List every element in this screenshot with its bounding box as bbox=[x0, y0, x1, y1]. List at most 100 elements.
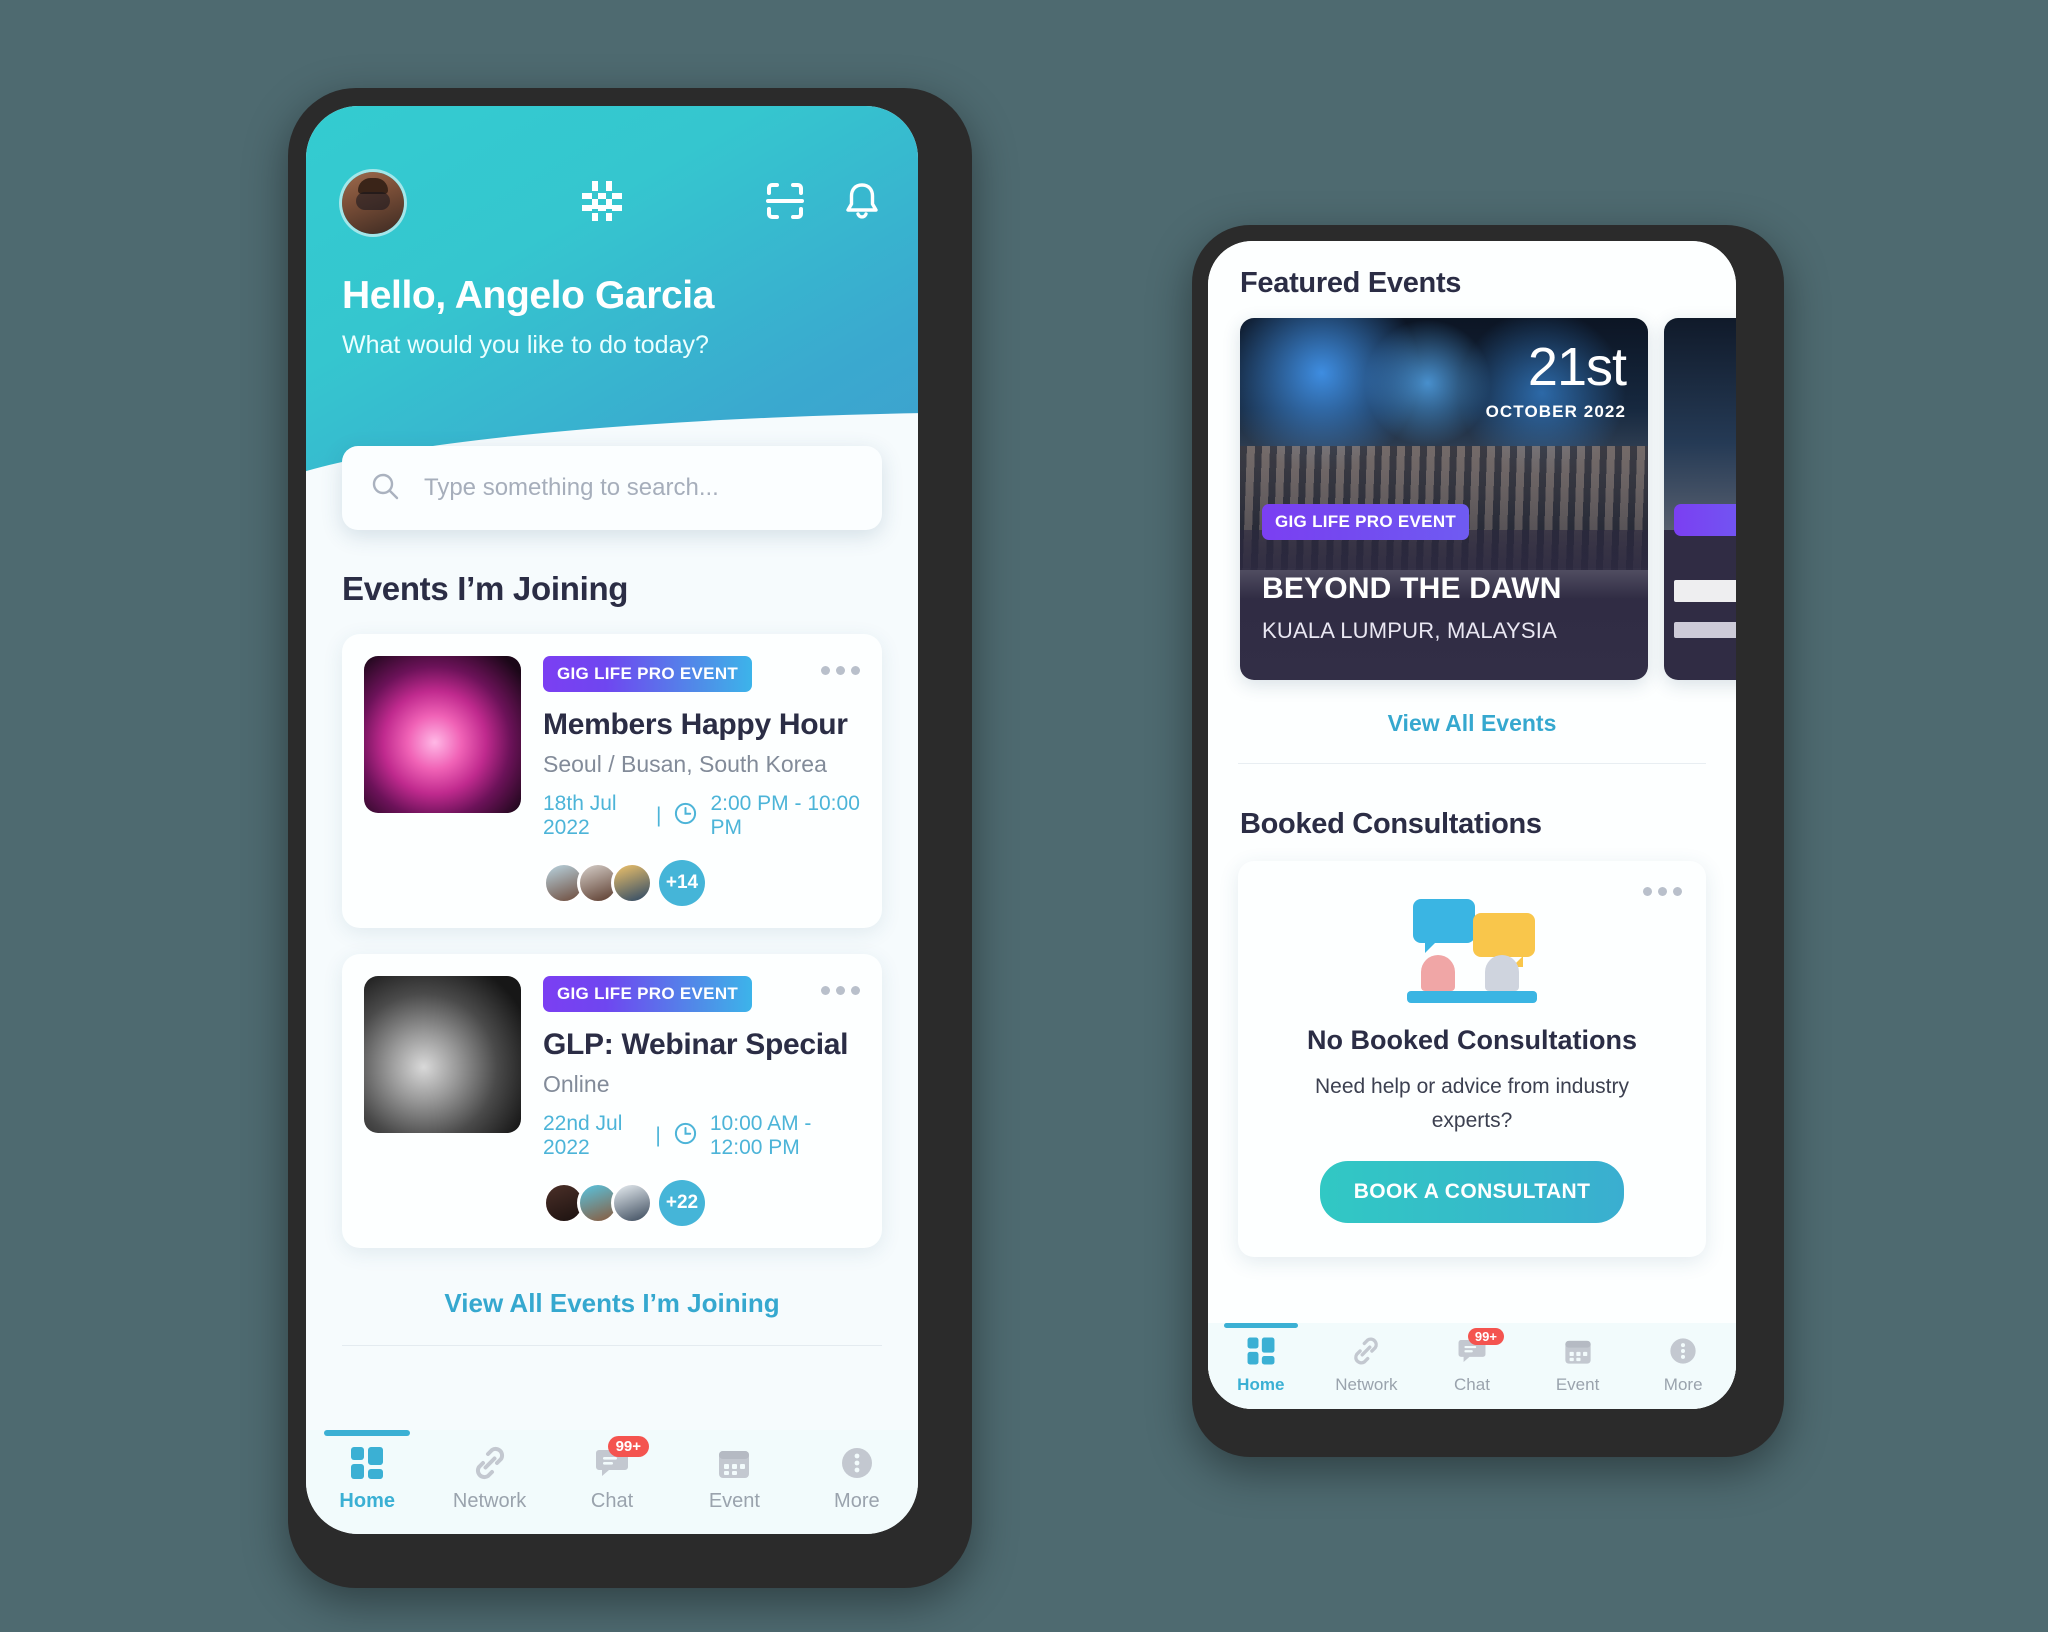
page-title: Hello, Angelo Garcia bbox=[342, 274, 714, 317]
speech-bubble-yellow-icon bbox=[1473, 913, 1535, 957]
booked-consultations-title: Booked Consultations bbox=[1240, 808, 1542, 840]
nav-label-network: Network bbox=[452, 1490, 527, 1512]
nav-label-more: More bbox=[834, 1490, 880, 1512]
chat-consultation-illustration bbox=[1407, 899, 1537, 1009]
screenshot-canvas: Hello, Angelo Garcia What would you like… bbox=[0, 0, 2048, 1632]
nav-item-more[interactable]: More bbox=[796, 1444, 918, 1513]
nav-item-chat[interactable]: 99+ Chat bbox=[1419, 1328, 1525, 1395]
chat-unread-badge: 99+ bbox=[1467, 1328, 1504, 1345]
hero-action-icons bbox=[764, 180, 882, 227]
nav-label-chat: Chat bbox=[1454, 1375, 1490, 1394]
attendee-avatar bbox=[611, 862, 653, 904]
grid-icon bbox=[1245, 1335, 1277, 1367]
person-left-icon bbox=[1421, 955, 1455, 991]
view-all-events-link[interactable]: View All Events bbox=[1208, 680, 1736, 763]
hero-top-bar bbox=[306, 106, 918, 234]
empty-state-description: Need help or advice from industry expert… bbox=[1315, 1075, 1629, 1132]
search-bar[interactable] bbox=[342, 446, 882, 530]
app-screen-home: Hello, Angelo Garcia What would you like… bbox=[306, 106, 918, 1534]
nav-label-home: Home bbox=[1237, 1375, 1285, 1394]
event-more-options-icon[interactable] bbox=[821, 976, 860, 995]
speech-bubble-blue-icon bbox=[1413, 899, 1475, 953]
featured-event-tag-badge: GIG LIFE PRO EVENT bbox=[1262, 504, 1470, 540]
attendee-count-badge[interactable]: +22 bbox=[659, 1180, 705, 1226]
event-datetime: 18th Jul 2022 | 2:00 PM - 10:00 PM bbox=[543, 792, 860, 840]
event-time: 10:00 AM - 12:00 PM bbox=[709, 1112, 812, 1159]
nav-item-network[interactable]: Network bbox=[1314, 1335, 1420, 1395]
featured-card-overlay bbox=[1664, 530, 1736, 680]
nav-item-home[interactable]: Home bbox=[1208, 1323, 1314, 1395]
nav-active-indicator bbox=[1223, 1323, 1298, 1328]
featured-event-card-next[interactable] bbox=[1664, 318, 1736, 680]
notification-bell-icon[interactable] bbox=[842, 180, 882, 227]
view-all-events-joining-link[interactable]: View All Events I’m Joining bbox=[342, 1248, 882, 1345]
book-a-consultant-button[interactable]: BOOK A CONSULTANT bbox=[1319, 1161, 1625, 1224]
event-thumbnail-image bbox=[364, 656, 521, 813]
phone-mockup-left: Hello, Angelo Garcia What would you like… bbox=[288, 88, 972, 1588]
empty-state-title: No Booked Consultations bbox=[1307, 1025, 1637, 1055]
search-icon bbox=[370, 471, 400, 506]
event-info: GIG LIFE PRO EVENT GLP: Webinar Special … bbox=[521, 976, 860, 1226]
event-datetime-separator: | bbox=[655, 1124, 661, 1147]
event-datetime: 22nd Jul 2022 | 10:00 AM - 12:00 PM bbox=[543, 1112, 860, 1160]
featured-event-month: OCTOBER 2022 bbox=[1485, 402, 1626, 421]
chat-unread-badge: 99+ bbox=[607, 1436, 650, 1457]
event-tag-row: GIG LIFE PRO EVENT bbox=[543, 976, 860, 1012]
featured-event-day: 21st bbox=[1527, 337, 1627, 397]
nav-item-event[interactable]: Event bbox=[1525, 1335, 1631, 1395]
more-dots-icon bbox=[1667, 1335, 1699, 1367]
nav-item-network[interactable]: Network bbox=[428, 1444, 550, 1513]
more-dots-icon bbox=[838, 1444, 876, 1482]
link-icon bbox=[471, 1444, 509, 1482]
nav-item-more[interactable]: More bbox=[1630, 1335, 1736, 1395]
clock-icon bbox=[673, 801, 698, 832]
chat-bubble-icon: 99+ bbox=[1456, 1328, 1504, 1367]
featured-event-card[interactable]: 21st OCTOBER 2022 GIG LIFE PRO EVENT BEY… bbox=[1240, 318, 1648, 680]
event-attendees: +14 bbox=[543, 860, 860, 906]
chat-bubble-icon: 99+ bbox=[593, 1436, 650, 1482]
featured-event-tag-badge bbox=[1674, 504, 1736, 536]
home-content-scroll: Events I’m Joining GIG LIFE PRO EVENT Me… bbox=[306, 506, 918, 1472]
attendee-count-badge[interactable]: +14 bbox=[659, 860, 705, 906]
event-time: 2:00 PM - 10:00 PM bbox=[710, 792, 860, 839]
person-right-icon bbox=[1485, 955, 1519, 991]
event-datetime-separator: | bbox=[655, 804, 662, 827]
calendar-icon bbox=[1562, 1335, 1594, 1367]
event-more-options-icon[interactable] bbox=[821, 656, 860, 675]
featured-events-carousel[interactable]: 21st OCTOBER 2022 GIG LIFE PRO EVENT BEY… bbox=[1208, 300, 1736, 680]
nav-item-event[interactable]: Event bbox=[673, 1444, 795, 1513]
event-tag-badge: GIG LIFE PRO EVENT bbox=[543, 976, 753, 1012]
featured-event-title bbox=[1674, 580, 1736, 602]
nav-label-network: Network bbox=[1335, 1375, 1398, 1394]
event-title: GLP: Webinar Special bbox=[543, 1028, 849, 1061]
nav-label-event: Event bbox=[708, 1490, 760, 1512]
featured-event-date: 21st OCTOBER 2022 bbox=[1485, 337, 1627, 422]
event-tag-row: GIG LIFE PRO EVENT bbox=[543, 656, 860, 692]
qr-scan-icon[interactable] bbox=[764, 180, 806, 227]
user-avatar[interactable] bbox=[342, 172, 404, 234]
event-title: Members Happy Hour bbox=[543, 708, 848, 741]
nav-item-chat[interactable]: 99+ Chat bbox=[551, 1436, 673, 1513]
consultations-empty-card: No Booked Consultations Need help or adv… bbox=[1238, 861, 1706, 1258]
featured-event-title: BEYOND THE DAWN bbox=[1262, 572, 1562, 605]
desk-bar-icon bbox=[1407, 991, 1537, 1003]
nav-label-home: Home bbox=[339, 1490, 395, 1512]
search-input[interactable] bbox=[422, 473, 854, 503]
nav-label-more: More bbox=[1663, 1375, 1703, 1394]
event-card[interactable]: GIG LIFE PRO EVENT Members Happy Hour Se… bbox=[342, 634, 882, 928]
event-card[interactable]: GIG LIFE PRO EVENT GLP: Webinar Special … bbox=[342, 954, 882, 1248]
event-date: 22nd Jul 2022 bbox=[543, 1112, 623, 1159]
consultation-more-options-icon[interactable] bbox=[1643, 887, 1682, 896]
hero-text-block: Hello, Angelo Garcia What would you like… bbox=[306, 234, 918, 360]
event-location: Online bbox=[543, 1071, 610, 1097]
bottom-navigation-bar: Home Network 99+ Chat Event More bbox=[306, 1430, 918, 1534]
nav-label-chat: Chat bbox=[590, 1490, 634, 1512]
featured-content: Featured Events 21st OCTOBER 2022 GIG LI… bbox=[1208, 241, 1736, 1409]
calendar-icon bbox=[715, 1444, 753, 1482]
nav-active-indicator bbox=[324, 1430, 411, 1436]
hero-subtitle: What would you like to do today? bbox=[342, 331, 709, 359]
nav-label-event: Event bbox=[1555, 1375, 1600, 1394]
event-info: GIG LIFE PRO EVENT Members Happy Hour Se… bbox=[521, 656, 860, 906]
link-icon bbox=[1350, 1335, 1382, 1367]
nav-item-home[interactable]: Home bbox=[306, 1430, 428, 1513]
